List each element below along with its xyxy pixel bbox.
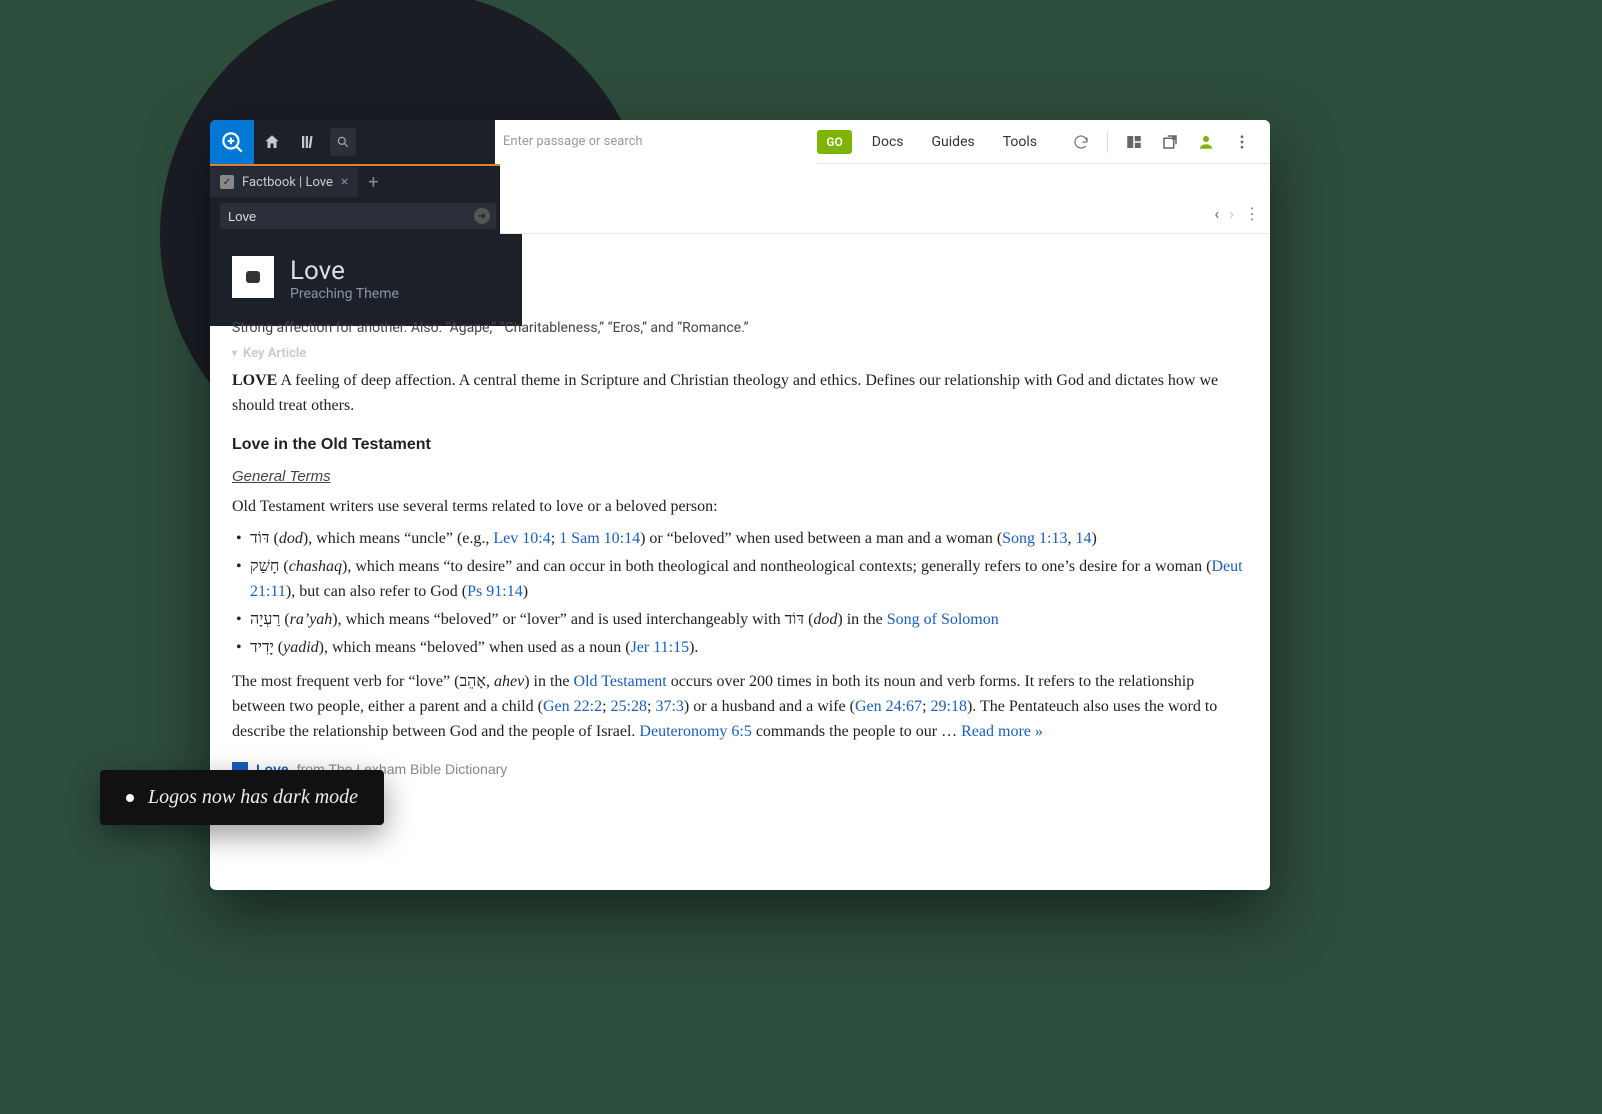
heading-general: General Terms [232,465,1248,488]
app-logo[interactable] [210,120,254,164]
tab-label: Factbook | Love [242,175,333,190]
topic-description: Strong affection for another. Also: “Aga… [232,320,1248,336]
ref-link[interactable]: Deuteronomy 6:5 [639,723,751,740]
factbook-search-input[interactable] [220,203,496,229]
content-area: Love Preaching Theme Strong affection fo… [210,234,1270,816]
user-icon[interactable] [1190,126,1222,158]
menu-tools[interactable]: Tools [1003,134,1037,150]
search-placeholder-text: Enter passage or search [503,134,643,149]
ref-link[interactable]: Gen 24:67 [855,698,922,715]
search-go-icon[interactable]: ➜ [474,208,490,224]
ref-link[interactable]: 1 Sam 10:14 [559,530,640,547]
topic-subtitle: Preaching Theme [290,286,399,302]
bullet-icon [126,794,134,802]
divider [1107,131,1108,153]
go-button[interactable]: GO [817,130,851,154]
ref-link[interactable]: Old Testament [574,673,667,690]
ref-link[interactable]: Gen 22:2 [543,698,602,715]
sync-icon[interactable] [1065,126,1097,158]
caption-callout: Logos now has dark mode [100,770,384,825]
ref-link[interactable]: Jer 11:15 [631,639,690,656]
layout-icon[interactable] [1118,126,1150,158]
tab-factbook[interactable]: ✓ Factbook | Love × [210,167,358,197]
menu-docs[interactable]: Docs [872,134,904,150]
nav-back-icon[interactable]: ‹ [1214,204,1219,223]
intro-line: Old Testament writers use several terms … [232,495,1248,520]
nav-controls: ‹ › ⋮ [1214,204,1260,223]
article-lead-word: LOVE [232,372,277,389]
close-icon[interactable]: × [341,174,348,190]
checkbox-icon: ✓ [220,175,234,189]
nav-forward-icon[interactable]: › [1229,204,1234,223]
search-icon-button[interactable] [330,128,356,156]
read-more-link[interactable]: Read more » [961,723,1043,740]
list-item: רַעְיָה (ra’yah), which means “beloved” … [232,608,1248,633]
ref-link[interactable]: Song of Solomon [887,611,999,628]
toolbar-dark-region [210,120,495,164]
more-icon[interactable] [1226,126,1258,158]
article-lead-rest: A feeling of deep affection. A central t… [232,372,1218,414]
library-icon[interactable] [290,120,326,164]
panel-more-icon[interactable]: ⋮ [1244,204,1260,223]
content-nav-bar [500,164,1270,234]
topic-icon [232,256,274,298]
ref-link[interactable]: 29:18 [931,698,967,715]
ref-link[interactable]: Lev 10:4 [493,530,550,547]
tab-bar: ✓ Factbook | Love × + [210,164,500,198]
topic-header-dark: Love Preaching Theme [210,234,522,326]
ref-link[interactable]: 14 [1076,530,1092,547]
menu-guides[interactable]: Guides [932,134,975,150]
ref-link[interactable]: 37:3 [655,698,683,715]
main-toolbar: Enter passage or search GO Docs Guides T… [210,120,1270,164]
source-row: Love from The Lexham Bible Dictionary [232,759,1248,781]
popout-icon[interactable] [1154,126,1186,158]
list-item: יָדִיד (yadid), which means “beloved” wh… [232,636,1248,661]
search-input[interactable]: Enter passage or search [495,120,817,164]
section-key-article[interactable]: Key Article [232,346,1248,361]
caption-text: Logos now has dark mode [148,786,358,809]
home-icon[interactable] [254,120,290,164]
topic-title: Love [290,256,399,286]
heading-ot: Love in the Old Testament [232,433,1248,458]
new-tab-button[interactable]: + [358,167,388,197]
ref-link[interactable]: Ps 91:14 [467,583,523,600]
list-item: דּוֹד (dod), which means “uncle” (e.g., … [232,527,1248,552]
factbook-search-row: ➜ [210,198,500,234]
list-item: חָשַׁק (chashaq), which means “to desire… [232,555,1248,605]
ref-link[interactable]: Song 1:13 [1002,530,1067,547]
ref-link[interactable]: 25:28 [611,698,647,715]
toolbar-right [1065,126,1270,158]
article-body: LOVE A feeling of deep affection. A cent… [232,369,1248,796]
